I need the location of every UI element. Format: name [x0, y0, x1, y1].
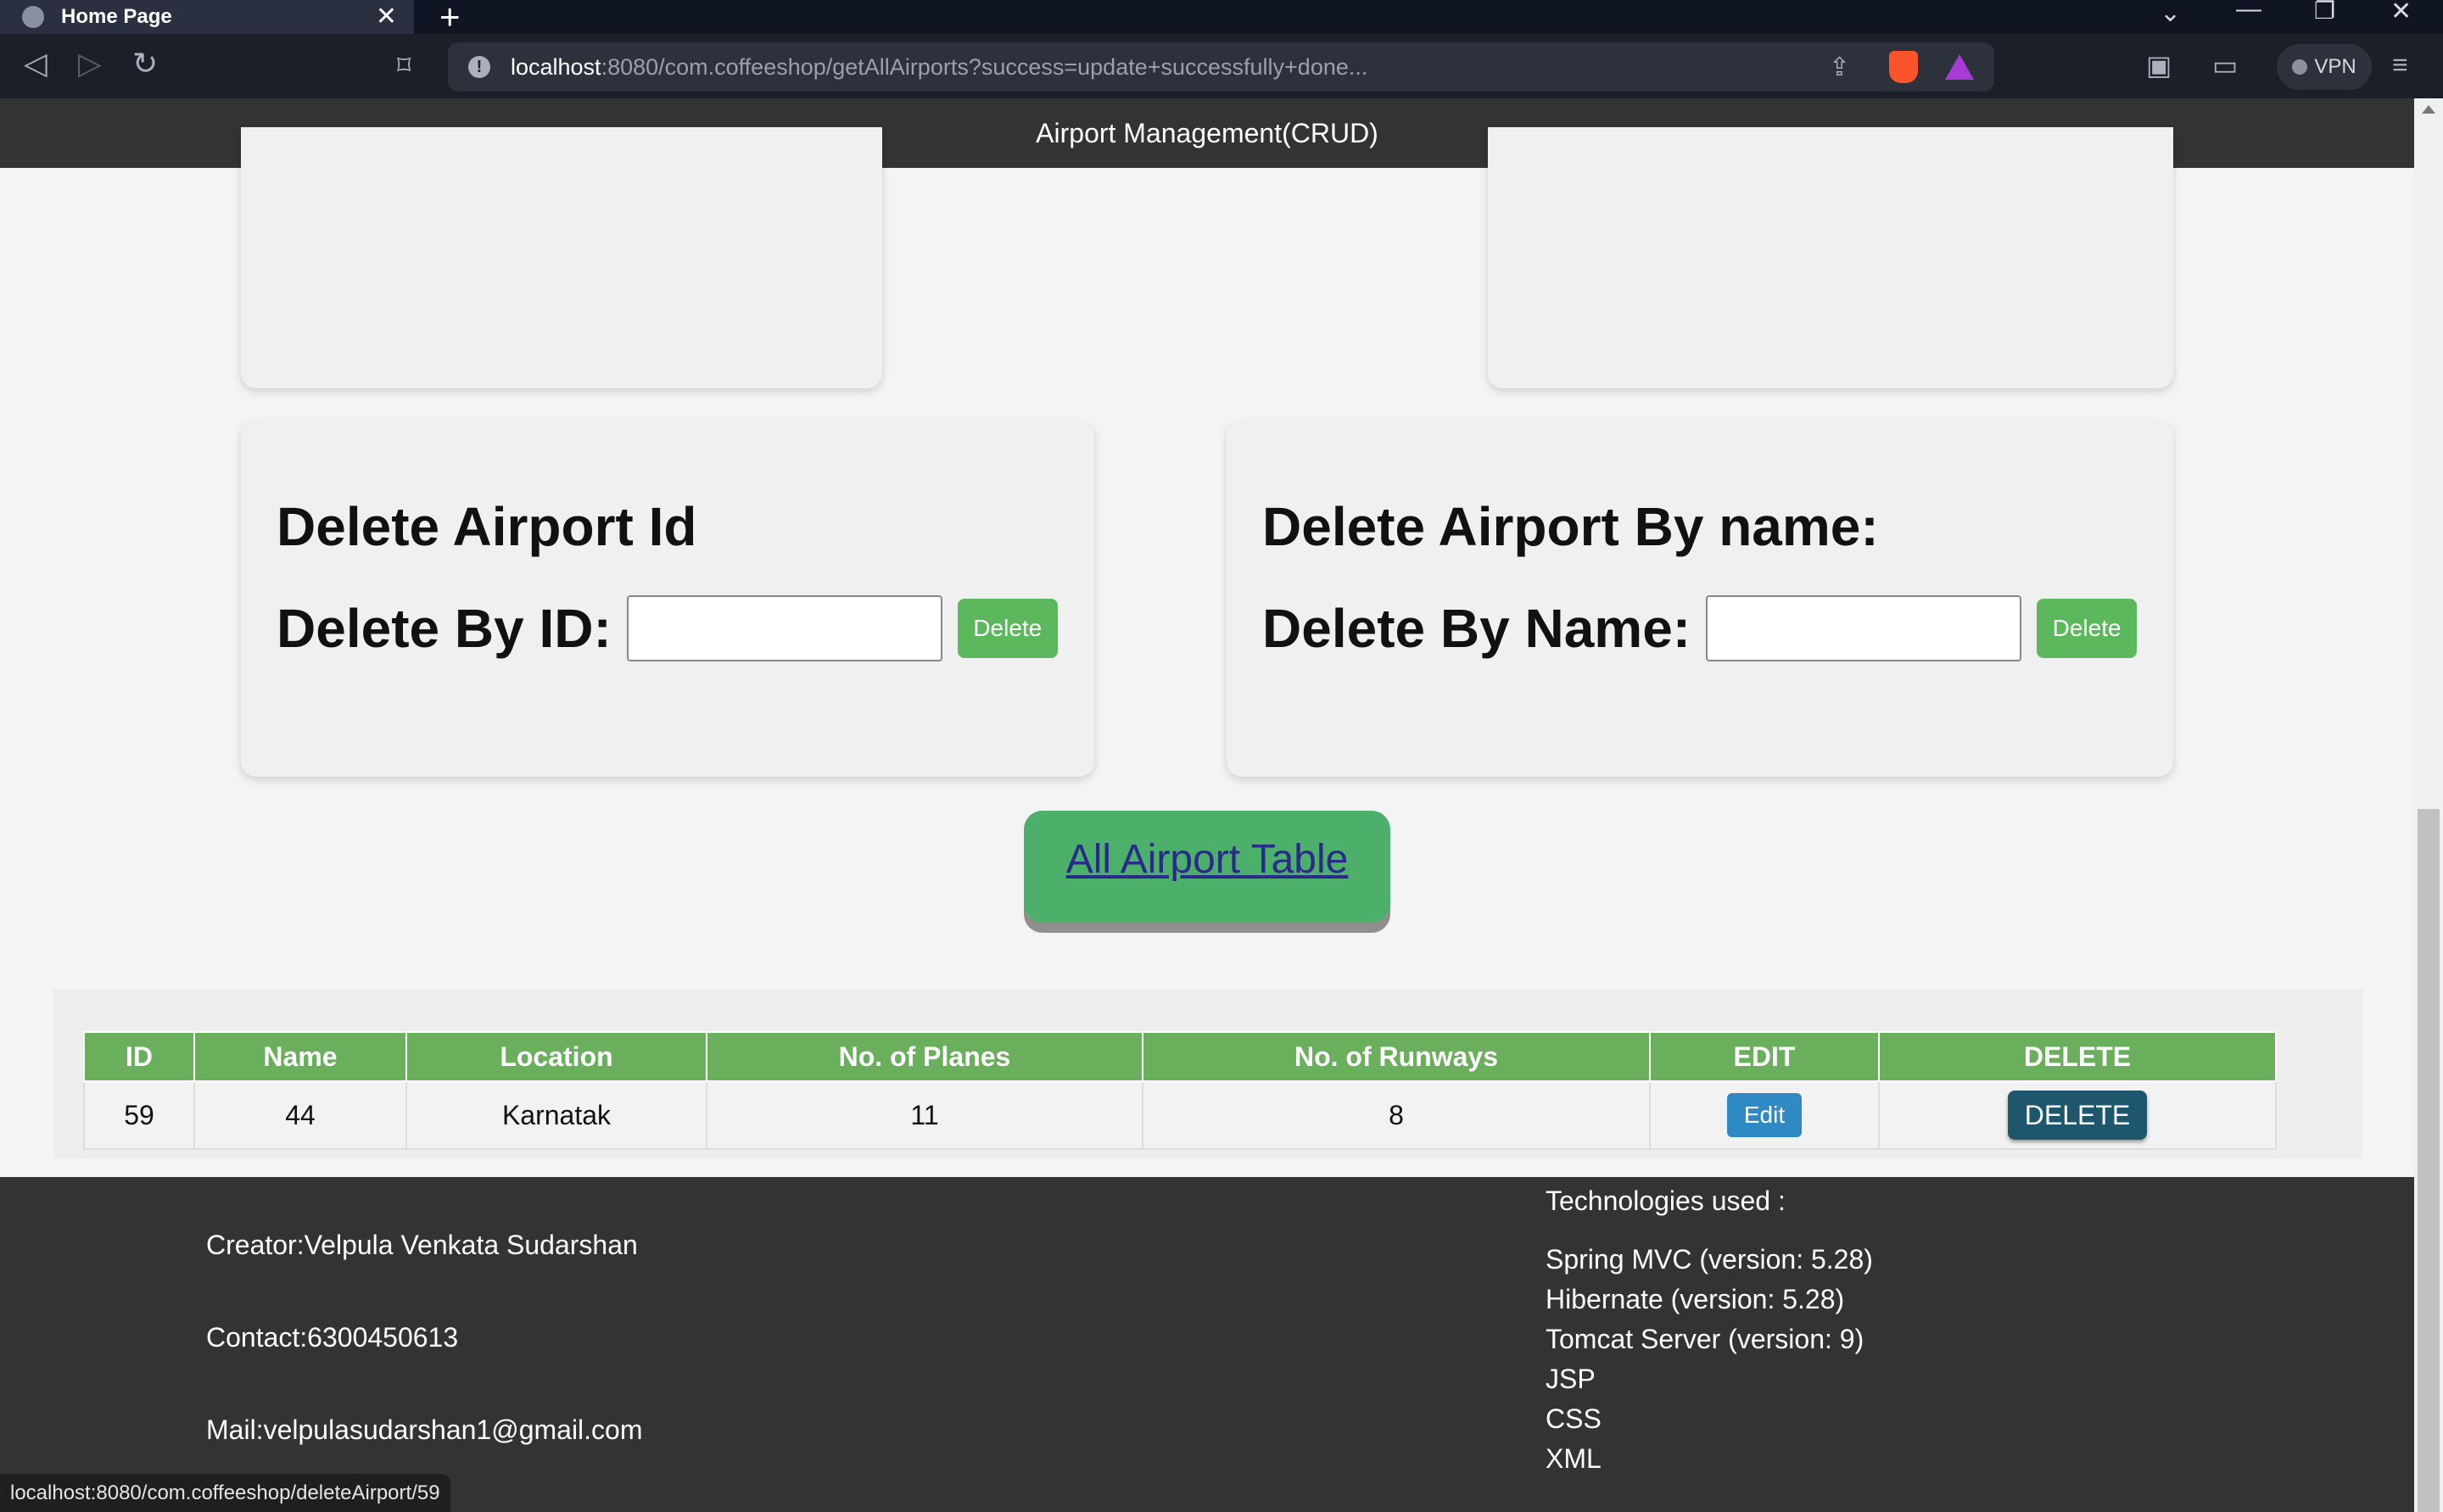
cell-location: Karnatak — [405, 1080, 707, 1150]
scrollbar-thumb[interactable] — [2418, 809, 2440, 1512]
page-footer: Creator:Velpula Venkata Sudarshan Contac… — [0, 1177, 2414, 1512]
cell-id: 59 — [83, 1080, 195, 1150]
airport-table: ID Name Location No. of Planes No. of Ru… — [83, 1031, 2277, 1150]
scrollbar[interactable] — [2414, 98, 2443, 1512]
back-icon[interactable]: ◁ — [24, 46, 48, 81]
upper-right-card — [1488, 127, 2173, 388]
cell-name: 44 — [193, 1080, 407, 1150]
col-header-delete: DELETE — [1878, 1031, 2277, 1082]
brave-rewards-icon[interactable] — [1945, 54, 1974, 80]
tab-list-chevron-icon[interactable]: ⌄ — [2160, 0, 2181, 28]
footer-contact: Contact:6300450613 — [206, 1322, 459, 1353]
table-header-row: ID Name Location No. of Planes No. of Ru… — [83, 1031, 2277, 1082]
wallet-icon[interactable]: ▭ — [2212, 49, 2238, 81]
globe-icon — [22, 6, 44, 28]
cell-planes: 11 — [706, 1080, 1143, 1150]
footer-mail: Mail:velpulasudarshan1@gmail.com — [206, 1414, 643, 1445]
col-header-location: Location — [405, 1031, 707, 1082]
url-text: localhost:8080/com.coffeeshop/getAllAirp… — [511, 53, 1368, 80]
menu-icon[interactable]: ≡ — [2392, 49, 2408, 81]
delete-by-id-button[interactable]: Delete — [957, 599, 1058, 658]
browser-toolbar: ◁ ▷ ↻ ⌑ ! localhost:8080/com.coffeeshop/… — [0, 34, 2443, 98]
footer-tech-title: Technologies used : — [1546, 1186, 1786, 1216]
delete-by-name-button[interactable]: Delete — [2037, 599, 2138, 658]
minimize-icon[interactable]: — — [2236, 0, 2261, 24]
delete-by-name-card: Delete Airport By name: Delete By Name: … — [1227, 421, 2173, 777]
col-header-runways: No. of Runways — [1142, 1031, 1651, 1082]
page-title: Airport Management(CRUD) — [1036, 118, 1378, 148]
footer-creator: Creator:Velpula Venkata Sudarshan — [206, 1230, 638, 1260]
col-header-planes: No. of Planes — [706, 1031, 1143, 1082]
upper-left-card — [241, 127, 882, 388]
footer-tech-item: CSS — [1546, 1403, 1602, 1434]
delete-by-id-label: Delete By ID: — [277, 598, 612, 659]
delete-by-id-card: Delete Airport Id Delete By ID: Delete — [241, 421, 1094, 777]
delete-by-name-heading: Delete Airport By name: — [1262, 496, 1879, 557]
status-bar-url: localhost:8080/com.coffeeshop/deleteAirp… — [0, 1474, 450, 1512]
new-tab-icon[interactable]: + — [439, 0, 461, 37]
reload-icon[interactable]: ↻ — [132, 46, 158, 81]
table-row: 59 44 Karnatak 11 8 Edit DELETE — [83, 1080, 2277, 1150]
bookmark-icon[interactable]: ⌑ — [397, 49, 411, 81]
tab-bar: Home Page ✕ + ⌄ — ❐ ✕ — [0, 0, 2443, 37]
address-bar[interactable]: ! localhost:8080/com.coffeeshop/getAllAi… — [448, 42, 1994, 92]
sidebar-toggle-icon[interactable]: ▣ — [2146, 49, 2172, 81]
footer-tech-item: JSP — [1546, 1364, 1596, 1394]
all-airport-table-button[interactable]: All Airport Table — [1024, 811, 1390, 923]
tab-home-page[interactable]: Home Page ✕ — [0, 0, 414, 34]
footer-tech-item: Hibernate (version: 5.28) — [1546, 1284, 1845, 1314]
col-header-name: Name — [193, 1031, 407, 1082]
delete-name-input[interactable] — [1706, 595, 2022, 661]
tab-close-icon[interactable]: ✕ — [376, 2, 397, 31]
delete-by-id-heading: Delete Airport Id — [277, 496, 697, 557]
col-header-edit: EDIT — [1649, 1031, 1880, 1082]
scroll-up-icon[interactable] — [2422, 105, 2435, 114]
vpn-label: VPN — [2314, 55, 2356, 78]
share-icon[interactable]: ⇪ — [1829, 53, 1850, 82]
footer-tech-item: XML — [1546, 1443, 1602, 1474]
cell-delete: DELETE — [1878, 1080, 2277, 1150]
site-info-icon[interactable]: ! — [468, 56, 490, 78]
delete-id-input[interactable] — [626, 595, 942, 661]
edit-button[interactable]: Edit — [1727, 1093, 1802, 1137]
delete-row-button[interactable]: DELETE — [2008, 1091, 2147, 1140]
brave-shields-icon[interactable] — [1889, 51, 1918, 83]
cell-runways: 8 — [1142, 1080, 1651, 1150]
vpn-button[interactable]: VPN — [2277, 44, 2372, 90]
footer-tech-item: Spring MVC (version: 5.28) — [1546, 1244, 1873, 1275]
window-close-icon[interactable]: ✕ — [2390, 0, 2412, 26]
restore-icon[interactable]: ❐ — [2314, 0, 2335, 25]
cell-edit: Edit — [1649, 1080, 1880, 1150]
tab-title: Home Page — [61, 5, 172, 28]
delete-by-name-label: Delete By Name: — [1262, 598, 1691, 659]
all-airport-table-link[interactable]: All Airport Table — [1066, 837, 1349, 882]
col-header-id: ID — [83, 1031, 195, 1082]
footer-tech-item: Tomcat Server (version: 9) — [1546, 1324, 1864, 1354]
forward-icon[interactable]: ▷ — [78, 46, 102, 81]
vpn-status-icon — [2292, 59, 2308, 75]
